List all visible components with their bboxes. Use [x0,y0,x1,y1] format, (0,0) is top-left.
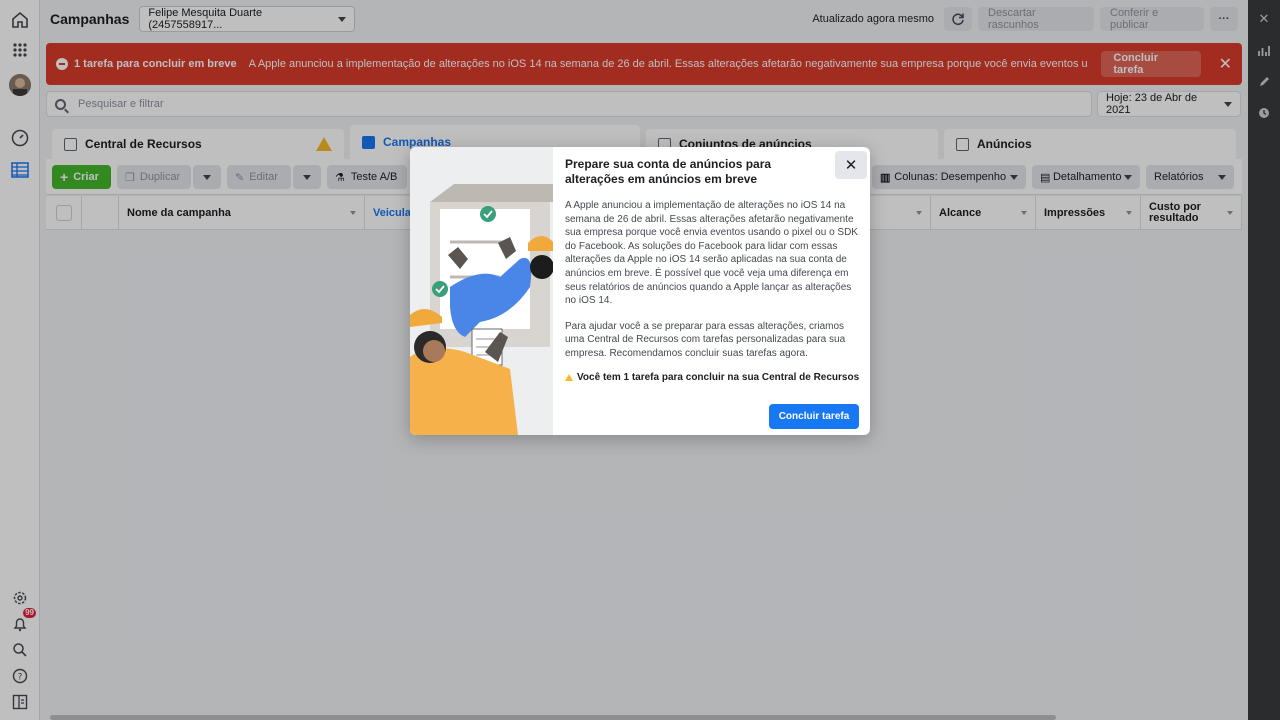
dialog-illustration [410,147,554,435]
ios14-prepare-dialog: Prepare sua conta de anúncios para alter… [410,147,870,435]
dialog-content: Prepare sua conta de anúncios para alter… [565,157,861,383]
dialog-complete-task-button[interactable]: Concluir tarefa [769,404,859,429]
dialog-close-button[interactable]: ✕ [835,151,867,179]
warning-icon [565,373,573,381]
dialog-task-note: Você tem 1 tarefa para concluir na sua C… [565,372,861,383]
dialog-title: Prepare sua conta de anúncios para alter… [565,157,772,186]
dialog-task-note-text: Você tem 1 tarefa para concluir na sua C… [577,371,860,383]
dialog-paragraph-1: A Apple anunciou a implementação de alte… [565,200,858,307]
dialog-paragraph-2: Para ajudar você a se preparar para essa… [565,320,846,359]
